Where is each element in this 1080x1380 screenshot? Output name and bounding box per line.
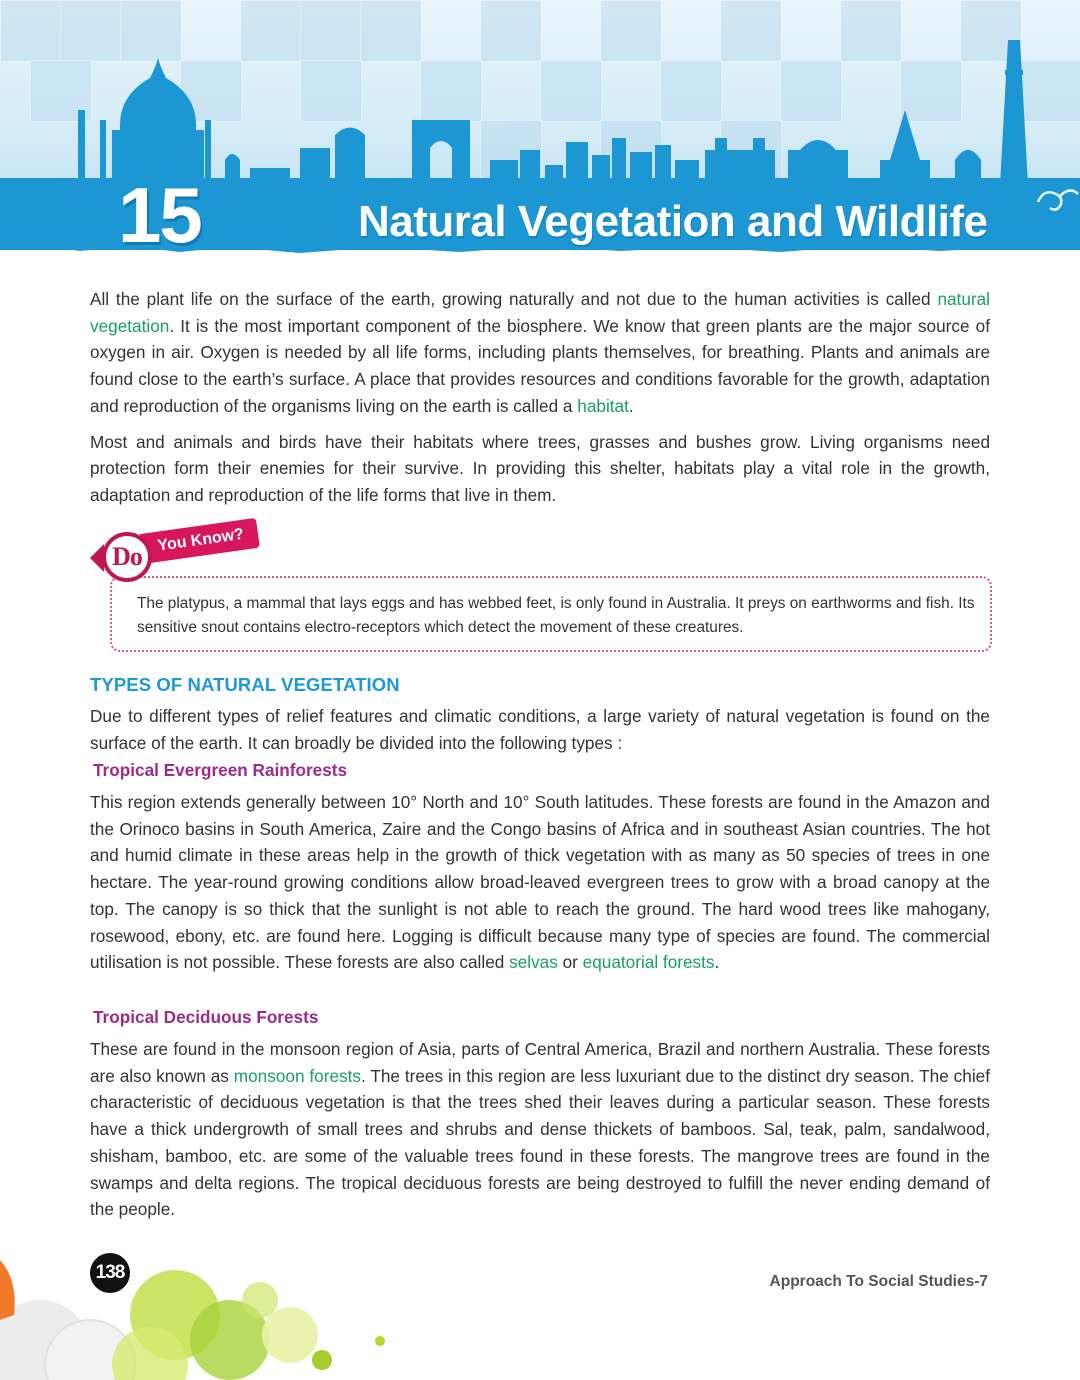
book-title: Approach To Social Studies-7 bbox=[769, 1273, 988, 1290]
subheading-tropical-evergreen: Tropical Evergreen Rainforests bbox=[93, 760, 348, 780]
term-monsoon-forests: monsoon forests bbox=[233, 1065, 361, 1086]
badge-ribbon: You Know? bbox=[139, 517, 260, 564]
section-heading-types: TYPES OF NATURAL VEGETATION bbox=[90, 674, 400, 695]
do-you-know-box: You Know? Do The platypus, a mammal that… bbox=[90, 517, 992, 652]
term-equatorial-forests: equatorial forests bbox=[582, 952, 715, 973]
tropical-deciduous-paragraph: These are found in the monsoon region of… bbox=[90, 1036, 990, 1223]
chapter-header-banner: 15 Natural Vegetation and Wildlife bbox=[0, 0, 1080, 260]
paragraph-text: . bbox=[714, 952, 720, 973]
intro-text: All the plant life on the surface of the… bbox=[90, 289, 938, 309]
term-habitat: habitat bbox=[577, 395, 629, 416]
intro-paragraph-2: Most and animals and birds have their ha… bbox=[90, 431, 990, 505]
badge-do-circle: Do bbox=[102, 532, 152, 582]
tropical-evergreen-paragraph: This region extends generally between 10… bbox=[90, 789, 990, 976]
intro-paragraph-1: All the plant life on the surface of the… bbox=[90, 286, 990, 420]
intro-section: All the plant life on the surface of the… bbox=[90, 286, 990, 509]
paragraph-text: . The trees in this region are less luxu… bbox=[90, 1065, 990, 1220]
types-intro-paragraph: Due to different types of relief feature… bbox=[90, 706, 990, 753]
intro-text: . bbox=[628, 395, 634, 416]
decorative-swirl-icon bbox=[1036, 189, 1079, 211]
chapter-number: 15 bbox=[118, 171, 203, 259]
subheading-tropical-deciduous: Tropical Deciduous Forests bbox=[93, 1007, 319, 1027]
paragraph-text: or bbox=[557, 952, 583, 973]
term-selvas: selvas bbox=[509, 952, 558, 973]
do-you-know-badge: You Know? Do bbox=[90, 517, 270, 582]
paragraph-text: This region extends generally between 10… bbox=[90, 792, 990, 973]
page-number-badge: 138 bbox=[90, 1253, 130, 1293]
chapter-title: Natural Vegetation and Wildlife bbox=[358, 197, 988, 246]
footer-bubbles-decoration bbox=[0, 1260, 385, 1380]
do-you-know-text: The platypus, a mammal that lays eggs an… bbox=[137, 595, 975, 636]
intro-text: . It is the most important component of … bbox=[90, 315, 990, 416]
